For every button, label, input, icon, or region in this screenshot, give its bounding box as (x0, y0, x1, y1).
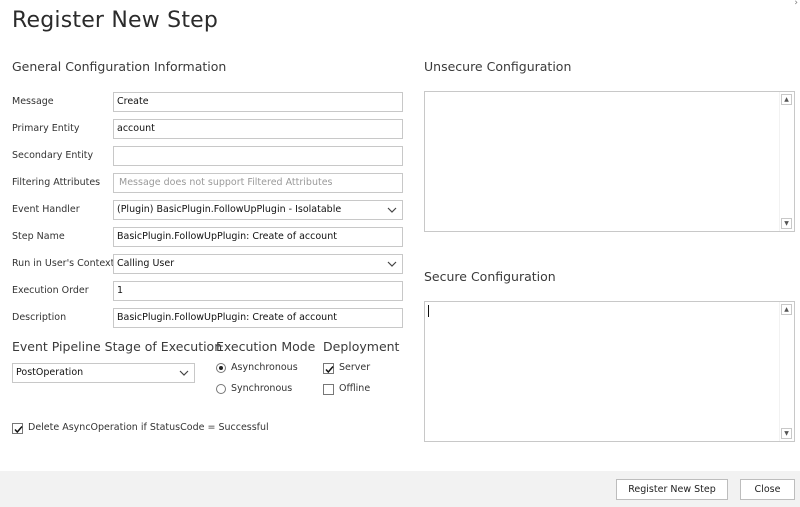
synchronous-label[interactable]: Synchronous (231, 383, 292, 394)
event-handler-select[interactable]: (Plugin) BasicPlugin.FollowUpPlugin - Is… (113, 200, 403, 220)
run-context-select[interactable]: Calling User (113, 254, 403, 274)
secure-scrollbar[interactable]: ▲ ▼ (779, 302, 794, 441)
scroll-down-icon[interactable]: ▼ (781, 218, 792, 229)
filtering-attributes-field[interactable]: Message does not support Filtered Attrib… (113, 173, 403, 193)
filtering-attributes-label: Filtering Attributes (12, 177, 101, 188)
register-new-step-button[interactable]: Register New Step (616, 479, 728, 500)
scroll-down-icon[interactable]: ▼ (781, 428, 792, 439)
delete-async-label[interactable]: Delete AsyncOperation if StatusCode = Su… (28, 422, 269, 433)
secondary-entity-field[interactable] (113, 146, 403, 166)
run-context-label: Run in User's Context (12, 258, 115, 269)
unsecure-config-heading: Unsecure Configuration (424, 59, 572, 74)
chevron-down-icon (179, 370, 189, 376)
server-checkbox[interactable] (323, 363, 334, 374)
execution-order-label: Execution Order (12, 285, 89, 296)
offline-label[interactable]: Offline (339, 383, 370, 394)
primary-entity-label: Primary Entity (12, 123, 80, 134)
primary-entity-field[interactable]: account (113, 119, 403, 139)
run-context-value: Calling User (117, 258, 175, 269)
scroll-up-icon[interactable]: ▲ (781, 94, 792, 105)
description-field[interactable]: BasicPlugin.FollowUpPlugin: Create of ac… (113, 308, 403, 328)
unsecure-config-textarea[interactable]: ▲ ▼ (424, 91, 795, 232)
pipeline-stage-heading: Event Pipeline Stage of Execution (12, 339, 223, 354)
chevron-down-icon (387, 207, 397, 213)
secondary-entity-label: Secondary Entity (12, 150, 94, 161)
step-name-label: Step Name (12, 231, 65, 242)
event-handler-label: Event Handler (12, 204, 80, 215)
asynchronous-radio[interactable] (216, 363, 226, 373)
execution-mode-heading: Execution Mode (216, 339, 316, 354)
pipeline-stage-value: PostOperation (16, 367, 84, 378)
chevron-down-icon (387, 261, 397, 267)
offline-checkbox[interactable] (323, 384, 334, 395)
secure-config-textarea[interactable]: ▲ ▼ (424, 301, 795, 442)
step-name-field[interactable]: BasicPlugin.FollowUpPlugin: Create of ac… (113, 227, 403, 247)
description-label: Description (12, 312, 67, 323)
event-handler-value: (Plugin) BasicPlugin.FollowUpPlugin - Is… (117, 204, 342, 215)
server-label[interactable]: Server (339, 362, 370, 373)
message-label: Message (12, 96, 54, 107)
checkmark-icon (14, 426, 23, 434)
scroll-up-icon[interactable]: ▲ (781, 304, 792, 315)
pipeline-stage-select[interactable]: PostOperation (12, 363, 195, 383)
checkmark-icon (325, 366, 334, 374)
dialog-close-icon[interactable]: › (794, 0, 798, 8)
close-button[interactable]: Close (740, 479, 795, 500)
general-config-heading: General Configuration Information (12, 59, 227, 74)
secure-config-heading: Secure Configuration (424, 269, 556, 284)
asynchronous-label[interactable]: Asynchronous (231, 362, 298, 373)
synchronous-radio[interactable] (216, 384, 226, 394)
delete-async-checkbox[interactable] (12, 423, 23, 434)
text-caret (428, 305, 429, 317)
unsecure-scrollbar[interactable]: ▲ ▼ (779, 92, 794, 231)
execution-order-field[interactable]: 1 (113, 281, 403, 301)
dialog-title: Register New Step (12, 8, 219, 33)
radio-selected-dot (219, 366, 223, 370)
message-field[interactable]: Create (113, 92, 403, 112)
deployment-heading: Deployment (323, 339, 400, 354)
